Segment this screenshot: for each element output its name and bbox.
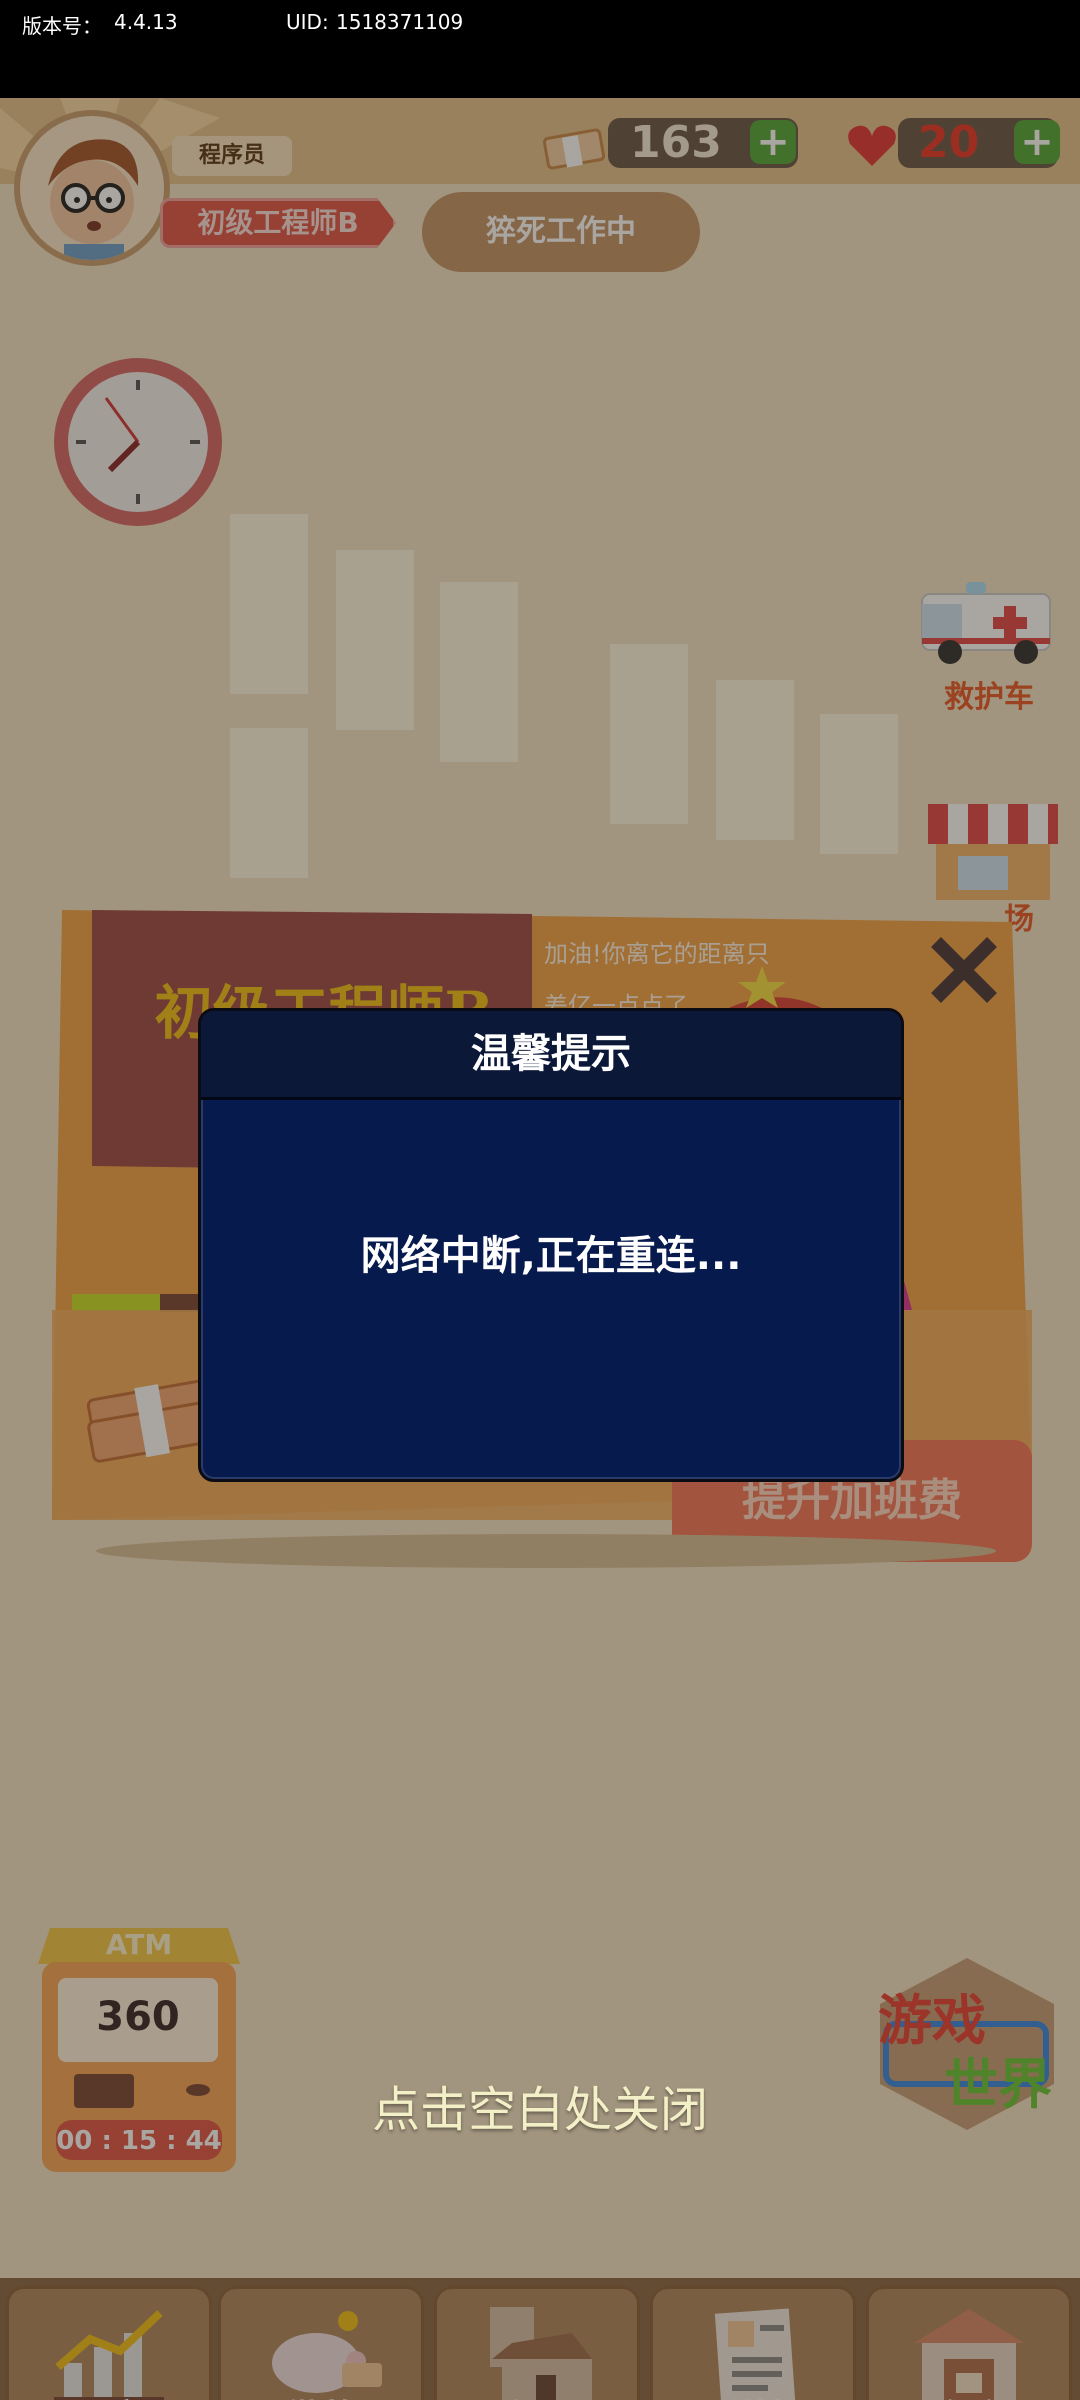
- screen: 版本号： 4.4.13 UID: 1518371109 程序员 初级工程师B 猝…: [0, 0, 1080, 2400]
- dialog-message: 网络中断,正在重连...: [360, 1233, 742, 1279]
- tap-to-close-hint: 点击空白处关闭: [371, 2082, 708, 2138]
- uid-value: 1518371109: [336, 10, 464, 34]
- network-dialog: 温馨提示 网络中断,正在重连...: [198, 1008, 904, 1482]
- uid-label: UID:: [286, 10, 329, 34]
- debug-info-bar: 版本号： 4.4.13 UID: 1518371109: [0, 0, 1080, 100]
- dialog-title: 温馨提示: [471, 1031, 631, 1077]
- version-label: 版本号：: [22, 14, 102, 38]
- version-value: 4.4.13: [114, 10, 178, 34]
